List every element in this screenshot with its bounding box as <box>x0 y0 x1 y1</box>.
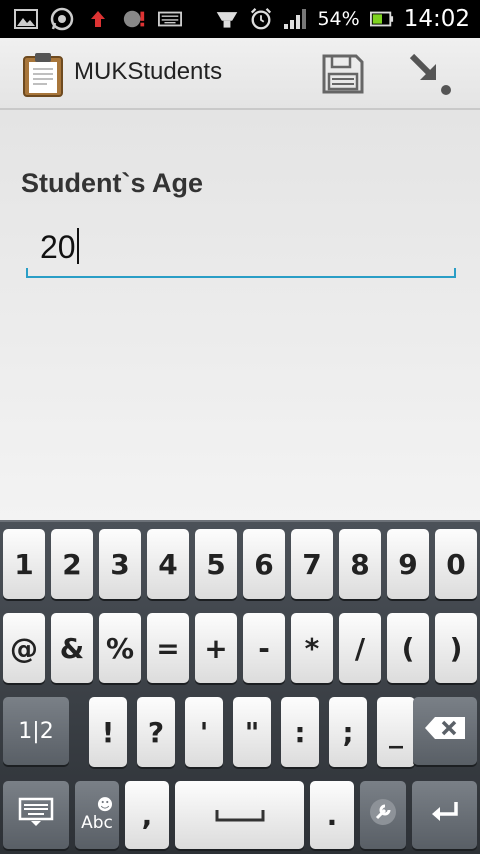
wrench-icon <box>368 797 398 834</box>
digit-key-6[interactable]: 7 <box>291 529 333 599</box>
signal-icon <box>283 7 307 31</box>
digit-key-5[interactable]: 6 <box>243 529 285 599</box>
import-icon[interactable] <box>406 50 456 100</box>
vibrate-icon <box>215 7 239 31</box>
keyboard-settings-key[interactable] <box>3 781 69 849</box>
soft-keyboard: 1234567890 @ &% = + - * /() !? ' ":; _ 1|2 ☻ Abc … <box>0 520 480 854</box>
symbols-page-key[interactable]: 1|2 <box>3 697 69 765</box>
keyboard-settings-icon <box>18 797 54 834</box>
symbol-key-1[interactable]: & <box>51 613 93 683</box>
backspace-icon <box>423 715 467 748</box>
keyboard-icon <box>158 7 182 31</box>
text-cursor <box>76 228 79 264</box>
input-underline <box>26 268 456 278</box>
symbol-key-5[interactable]: - <box>243 613 285 683</box>
punct-key-4[interactable]: " <box>233 697 271 767</box>
symbol-key-9[interactable]: ) <box>435 613 477 683</box>
form-area: Student`s Age 20 <box>0 110 480 520</box>
enter-key[interactable] <box>412 781 477 849</box>
symbol-key-8[interactable]: ( <box>387 613 429 683</box>
clipboard-icon <box>22 52 64 98</box>
alarm-icon <box>249 7 273 31</box>
app-title: MUKStudents <box>74 58 223 85</box>
save-icon[interactable] <box>318 50 366 98</box>
upload-icon <box>86 7 110 31</box>
digit-key-0[interactable]: 1 <box>3 529 45 599</box>
symbol-key-3[interactable]: = <box>147 613 189 683</box>
digit-key-2[interactable]: 3 <box>99 529 141 599</box>
action-bar: MUKStudents <box>0 38 480 110</box>
backspace-key[interactable] <box>413 697 477 765</box>
student-age-input[interactable]: 20 <box>26 220 456 278</box>
student-age-label: Student`s Age <box>21 168 203 198</box>
symbol-key-0[interactable]: @ <box>3 613 45 683</box>
digit-key-7[interactable]: 8 <box>339 529 381 599</box>
abc-key[interactable]: ☻ Abc <box>75 781 119 849</box>
comma-key[interactable]: , <box>125 781 169 849</box>
battery-icon <box>369 7 394 31</box>
digit-key-9[interactable]: 0 <box>435 529 477 599</box>
whatsapp-icon <box>50 7 74 31</box>
space-key[interactable] <box>175 781 304 849</box>
punct-key-2[interactable]: ? <box>137 697 175 767</box>
clock: 14:02 <box>403 6 470 32</box>
punct-key-5[interactable]: : <box>281 697 319 767</box>
digit-key-3[interactable]: 4 <box>147 529 189 599</box>
status-bar: 54% 14:02 <box>0 0 480 38</box>
symbol-key-2[interactable]: % <box>99 613 141 683</box>
student-age-value[interactable]: 20 <box>40 228 79 266</box>
punct-key-1[interactable]: ! <box>89 697 127 767</box>
punct-key-7[interactable]: _ <box>377 697 415 767</box>
digit-key-1[interactable]: 2 <box>51 529 93 599</box>
symbol-key-4[interactable]: + <box>195 613 237 683</box>
gallery-icon <box>14 7 38 31</box>
punct-key-3[interactable]: ' <box>185 697 223 767</box>
enter-icon <box>428 799 462 832</box>
symbol-key-7[interactable]: / <box>339 613 381 683</box>
period-key[interactable]: . <box>310 781 354 849</box>
messenger-icon <box>122 7 146 31</box>
emoji-icon: ☻ <box>96 795 114 814</box>
digit-key-8[interactable]: 9 <box>387 529 429 599</box>
tools-key[interactable] <box>360 781 406 849</box>
space-icon <box>214 799 266 832</box>
battery-percent: 54% <box>317 8 360 30</box>
punct-key-6[interactable]: ; <box>329 697 367 767</box>
digit-key-4[interactable]: 5 <box>195 529 237 599</box>
symbol-key-6[interactable]: * <box>291 613 333 683</box>
